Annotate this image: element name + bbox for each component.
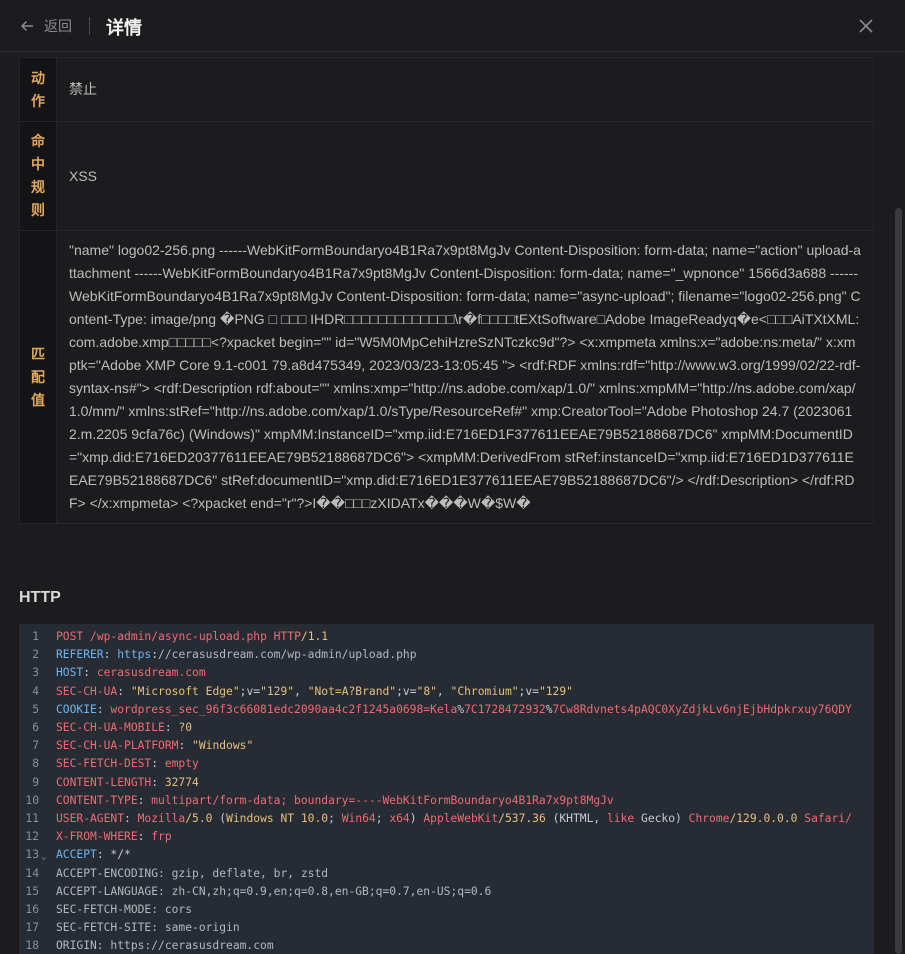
line-number: 6 (32, 721, 39, 734)
code-text: POST /wp-admin/async-upload.php HTTP/1.1 (56, 630, 329, 643)
code-text: SEC-FETCH-MODE: cors (56, 903, 193, 916)
code-line: 16 SEC-FETCH-MODE: cors (19, 901, 874, 919)
code-line: 3 HOST: cerasusdream.com (19, 664, 874, 682)
code-line: 4 SEC-CH-UA: "Microsoft Edge";v="129", "N… (19, 683, 874, 701)
code-text: SEC-FETCH-SITE: same-origin (56, 921, 240, 935)
line-number: 9 (32, 775, 39, 789)
code-text: X-FROM-WHERE: frp (56, 830, 172, 844)
arrow-left-icon (20, 20, 33, 32)
detail-row-rule: 命中规则 XSS (19, 121, 874, 231)
code-line: 5 COOKIE: wordpress_sec_96f3c66081edc2090… (19, 701, 874, 719)
line-number: 13 (25, 848, 39, 862)
code-text: ACCEPT-ENCODING: gzip, deflate, br, zstd (56, 866, 329, 880)
code-line: 6 SEC-CH-UA-MOBILE: ?0 (19, 719, 874, 737)
back-button[interactable]: 返回 (20, 16, 72, 36)
detail-value: "name" logo02-256.png ------WebKitFormBo… (56, 230, 874, 524)
line-number: 11 (25, 812, 39, 825)
code-line: 8 SEC-FETCH-DEST: empty (19, 755, 874, 773)
code-line: 18 ORIGIN: https://cerasusdream.com (19, 937, 874, 954)
detail-header: 返回 详情 (0, 0, 905, 52)
detail-row-match: 匹配值 "name" logo02-256.png ------WebKitFo… (19, 230, 874, 524)
line-number: 15 (25, 884, 39, 898)
code-line: 10 CONTENT-TYPE: multipart/form-data; bou… (19, 792, 874, 810)
http-section-title: HTTP (19, 589, 61, 606)
line-number: 8 (32, 757, 39, 771)
line-number: 10 (25, 793, 39, 807)
code-text: ACCEPT-LANGUAGE: zh-CN,zh;q=0.9,en;q=0.8… (56, 884, 492, 898)
code-text: SEC-CH-UA-MOBILE: ?0 (56, 721, 193, 734)
line-number: 1 (32, 630, 39, 643)
code-text: CONTENT-TYPE: multipart/form-data; bound… (56, 793, 614, 807)
code-line: 12 X-FROM-WHERE: frp (19, 828, 874, 846)
code-line: 14 ACCEPT-ENCODING: gzip, deflate, br, zs… (19, 865, 874, 883)
detail-label: 动作 (31, 69, 45, 109)
code-text: ORIGIN: https://cerasusdream.com (56, 939, 274, 953)
code-line: 7 SEC-CH-UA-PLATFORM: "Windows" (19, 737, 874, 755)
code-line: 9 CONTENT-LENGTH: 32774 (19, 774, 874, 792)
detail-label: 匹配值 (31, 345, 45, 408)
code-text: COOKIE: wordpress_sec_96f3c66081edc2090a… (56, 702, 852, 716)
line-number: 3 (32, 666, 39, 680)
header-divider (89, 17, 90, 35)
code-text: CONTENT-LENGTH: 32774 (56, 775, 199, 789)
code-line: 13 ⌄ ACCEPT: */* (19, 846, 874, 864)
line-number: 4 (32, 684, 39, 698)
code-line: 17 SEC-FETCH-SITE: same-origin (19, 919, 874, 937)
code-text: REFERER: https://cerasusdream.com/wp-adm… (56, 648, 417, 662)
detail-label: 命中规则 (31, 133, 45, 218)
code-line: 15 ACCEPT-LANGUAGE: zh-CN,zh;q=0.9,en;q=0… (19, 883, 874, 901)
code-line: 2 REFERER: https://cerasusdream.com/wp-ad… (19, 646, 874, 664)
detail-row-action: 动作 禁止 (19, 57, 874, 122)
detail-table: 动作 禁止 命中规则 XSS 匹配值 "name" logo02-256.png… (19, 57, 874, 524)
http-code-view[interactable]: 1 POST /wp-admin/async-upload.php HTTP/1.… (19, 624, 874, 954)
line-number: 2 (32, 648, 39, 662)
code-text: ACCEPT: */* (56, 848, 131, 862)
scrollbar-thumb[interactable] (895, 208, 902, 954)
line-number: 17 (25, 921, 39, 935)
code-line: 1 POST /wp-admin/async-upload.php HTTP/1.… (19, 628, 874, 646)
page-title: 详情 (106, 18, 142, 38)
code-text: SEC-CH-UA: "Microsoft Edge";v="129", "No… (56, 684, 573, 698)
code-text: USER-AGENT: Mozilla/5.0 (Windows NT 10.0… (56, 812, 852, 825)
code-line: 11 USER-AGENT: Mozilla/5.0 (Windows NT 10… (19, 810, 874, 828)
code-text: SEC-CH-UA-PLATFORM: "Windows" (56, 739, 254, 753)
line-number: 16 (25, 903, 39, 916)
line-number: 12 (25, 830, 39, 844)
line-number: 5 (32, 702, 39, 716)
line-number: 14 (25, 866, 39, 880)
code-text: HOST: cerasusdream.com (56, 666, 206, 680)
close-icon[interactable] (857, 17, 875, 35)
line-number: 18 (25, 939, 39, 953)
back-label[interactable]: 返回 (44, 16, 72, 36)
detail-value: XSS (56, 121, 874, 231)
code-text: SEC-FETCH-DEST: empty (56, 757, 199, 771)
detail-value: 禁止 (56, 57, 874, 122)
line-number: 7 (32, 739, 39, 753)
